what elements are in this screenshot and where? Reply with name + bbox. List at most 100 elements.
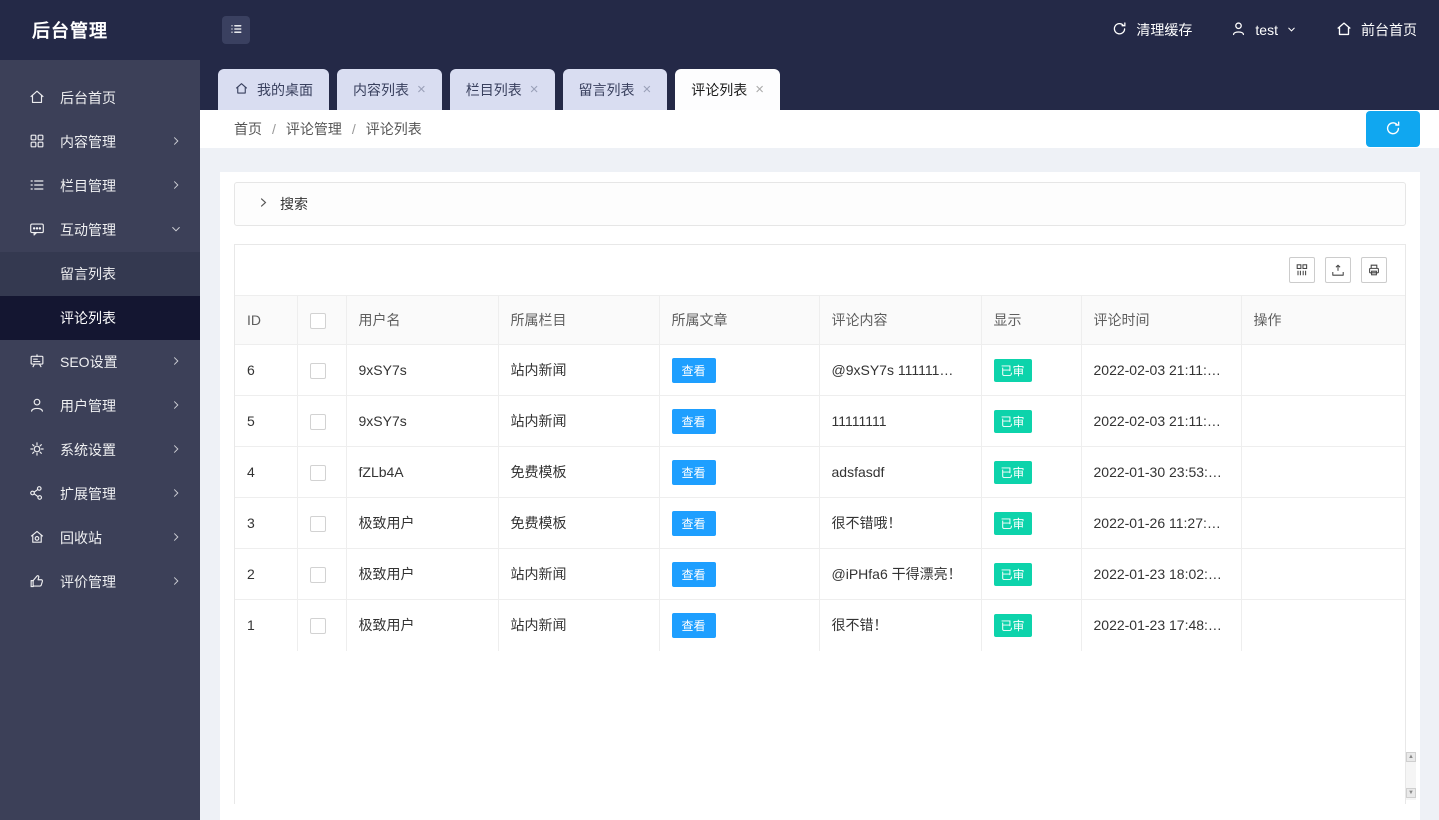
- gear-icon: [28, 440, 46, 461]
- view-article-button[interactable]: 查看: [671, 561, 716, 587]
- table-row: 4 fZLb4A 免费模板 查看 adsfasdf 已审 2022-01-30 …: [235, 446, 1405, 498]
- export-icon[interactable]: [1325, 257, 1351, 283]
- tab-label: 我的桌面: [257, 81, 313, 98]
- tab-column-list[interactable]: 栏目列表 ×: [449, 69, 555, 110]
- cell-id: 1: [235, 599, 298, 651]
- row-checkbox[interactable]: [309, 566, 326, 583]
- close-icon[interactable]: ×: [417, 82, 426, 97]
- comment-table: ID 用户名 所属栏目 所属文章 评论内容 显示 评论时间 操作 6 9xSY7…: [234, 244, 1406, 804]
- status-badge: 已审: [993, 562, 1032, 586]
- cell-category: 站内新闻: [498, 344, 660, 396]
- clear-cache-label: 清理缓存: [1136, 22, 1193, 38]
- cell-content: @9xSY7s 111111…: [819, 344, 982, 396]
- sidebar: 后台首页 内容管理 栏目管理 互动管理 留言列表 评论列表 SEO设置 用户管理…: [0, 60, 200, 820]
- col-display: 显示: [981, 295, 1082, 345]
- sidebar-item-system[interactable]: 系统设置: [0, 428, 200, 472]
- view-article-button[interactable]: 查看: [671, 459, 716, 485]
- clear-cache-button[interactable]: 清理缓存: [1111, 20, 1192, 40]
- cell-content: 11111111: [819, 395, 982, 447]
- tab-content-list[interactable]: 内容列表 ×: [337, 69, 442, 110]
- columns-filter-icon[interactable]: [1289, 257, 1315, 283]
- view-article-button[interactable]: 查看: [671, 408, 716, 434]
- home-icon: [1335, 20, 1353, 41]
- search-collapse[interactable]: 搜索: [234, 182, 1406, 226]
- row-checkbox[interactable]: [309, 413, 326, 430]
- refresh-icon: [1384, 119, 1402, 140]
- sidebar-item-content[interactable]: 内容管理: [0, 120, 200, 164]
- scroll-up-icon[interactable]: ▲: [1406, 752, 1416, 762]
- close-icon[interactable]: ×: [755, 82, 764, 97]
- view-article-button[interactable]: 查看: [671, 510, 716, 536]
- row-checkbox[interactable]: [309, 617, 326, 634]
- table-row: 5 9xSY7s 站内新闻 查看 11111111 已审 2022-02-03 …: [235, 395, 1405, 447]
- scroll-down-icon[interactable]: ▼: [1406, 788, 1416, 798]
- view-article-button[interactable]: 查看: [671, 357, 716, 383]
- front-home-link[interactable]: 前台首页: [1335, 20, 1417, 41]
- main-content: 搜索 ID 用户名 所属栏目 所属文章 评论内容 显示 评论时间 操作 6 9x…: [200, 148, 1439, 820]
- app-title: 后台管理: [32, 21, 108, 41]
- sidebar-item-user[interactable]: 用户管理: [0, 384, 200, 428]
- tab-label: 评论列表: [691, 81, 748, 98]
- status-badge: 已审: [993, 613, 1032, 637]
- sidebar-item-label: 回收站: [60, 530, 102, 546]
- chevron-right-icon: [257, 196, 270, 212]
- chevron-right-icon: [170, 486, 182, 502]
- select-all-checkbox[interactable]: [309, 312, 326, 329]
- tab-bar: 我的桌面 内容列表 × 栏目列表 × 留言列表 × 评论列表 ×: [200, 60, 1439, 110]
- breadcrumb: 首页 / 评论管理 / 评论列表: [200, 110, 1439, 148]
- breadcrumb-home[interactable]: 首页: [234, 119, 262, 139]
- search-label: 搜索: [280, 196, 308, 212]
- cell-time: 2022-02-03 21:11:…: [1081, 344, 1242, 396]
- tab-message-list[interactable]: 留言列表 ×: [562, 69, 668, 110]
- table-toolbar: [235, 245, 1405, 295]
- close-icon[interactable]: ×: [643, 82, 652, 97]
- tab-comment-list[interactable]: 评论列表 ×: [675, 69, 781, 110]
- col-time: 评论时间: [1081, 295, 1242, 345]
- print-icon[interactable]: [1361, 257, 1387, 283]
- sidebar-item-seo[interactable]: SEO设置: [0, 340, 200, 384]
- sidebar-item-label: 栏目管理: [60, 178, 116, 194]
- sidebar-item-review[interactable]: 评价管理: [0, 560, 200, 604]
- cell-category: 站内新闻: [498, 548, 660, 600]
- sidebar-item-label: SEO设置: [60, 354, 118, 370]
- breadcrumb-separator: /: [351, 121, 356, 137]
- user-menu[interactable]: test: [1230, 20, 1297, 40]
- cell-category: 免费模板: [498, 497, 660, 549]
- col-actions: 操作: [1241, 295, 1405, 345]
- sidebar-collapse-button[interactable]: [222, 16, 250, 44]
- col-id: ID: [235, 295, 298, 345]
- page-refresh-button[interactable]: [1366, 111, 1420, 147]
- cell-content: 很不错哦！: [819, 497, 982, 549]
- chevron-down-icon: [1286, 22, 1297, 38]
- sidebar-item-extension[interactable]: 扩展管理: [0, 472, 200, 516]
- topbar-actions: 清理缓存 test 前台首页: [1111, 20, 1439, 41]
- sidebar-item-dashboard[interactable]: 后台首页: [0, 76, 200, 120]
- sidebar-item-column[interactable]: 栏目管理: [0, 164, 200, 208]
- sidebar-subitem-message-list[interactable]: 留言列表: [0, 252, 200, 296]
- share-nodes-icon: [28, 484, 46, 505]
- cell-actions: [1241, 446, 1405, 498]
- row-checkbox[interactable]: [309, 515, 326, 532]
- cell-category: 站内新闻: [498, 395, 660, 447]
- row-checkbox[interactable]: [309, 362, 326, 379]
- status-badge: 已审: [993, 409, 1032, 433]
- view-article-button[interactable]: 查看: [671, 612, 716, 638]
- sidebar-item-interaction[interactable]: 互动管理: [0, 208, 200, 252]
- cell-time: 2022-01-23 17:48:…: [1081, 599, 1242, 651]
- cell-username: fZLb4A: [346, 446, 499, 498]
- sidebar-subitem-comment-list[interactable]: 评论列表: [0, 296, 200, 340]
- breadcrumb-comment-manage[interactable]: 评论管理: [286, 119, 342, 139]
- table-header-row: ID 用户名 所属栏目 所属文章 评论内容 显示 评论时间 操作: [235, 295, 1405, 345]
- home-icon: [234, 81, 249, 99]
- cell-id: 6: [235, 344, 298, 396]
- tab-my-desktop[interactable]: 我的桌面: [218, 69, 329, 110]
- row-checkbox[interactable]: [309, 464, 326, 481]
- cell-id: 3: [235, 497, 298, 549]
- scroll-track[interactable]: [1406, 762, 1416, 788]
- close-icon[interactable]: ×: [530, 82, 539, 97]
- mini-scrollbar[interactable]: ▲ ▼: [1406, 752, 1416, 800]
- cell-content: adsfasdf: [819, 446, 982, 498]
- chevron-right-icon: [170, 574, 182, 590]
- sidebar-item-recycle[interactable]: 回收站: [0, 516, 200, 560]
- sidebar-item-label: 系统设置: [60, 442, 116, 458]
